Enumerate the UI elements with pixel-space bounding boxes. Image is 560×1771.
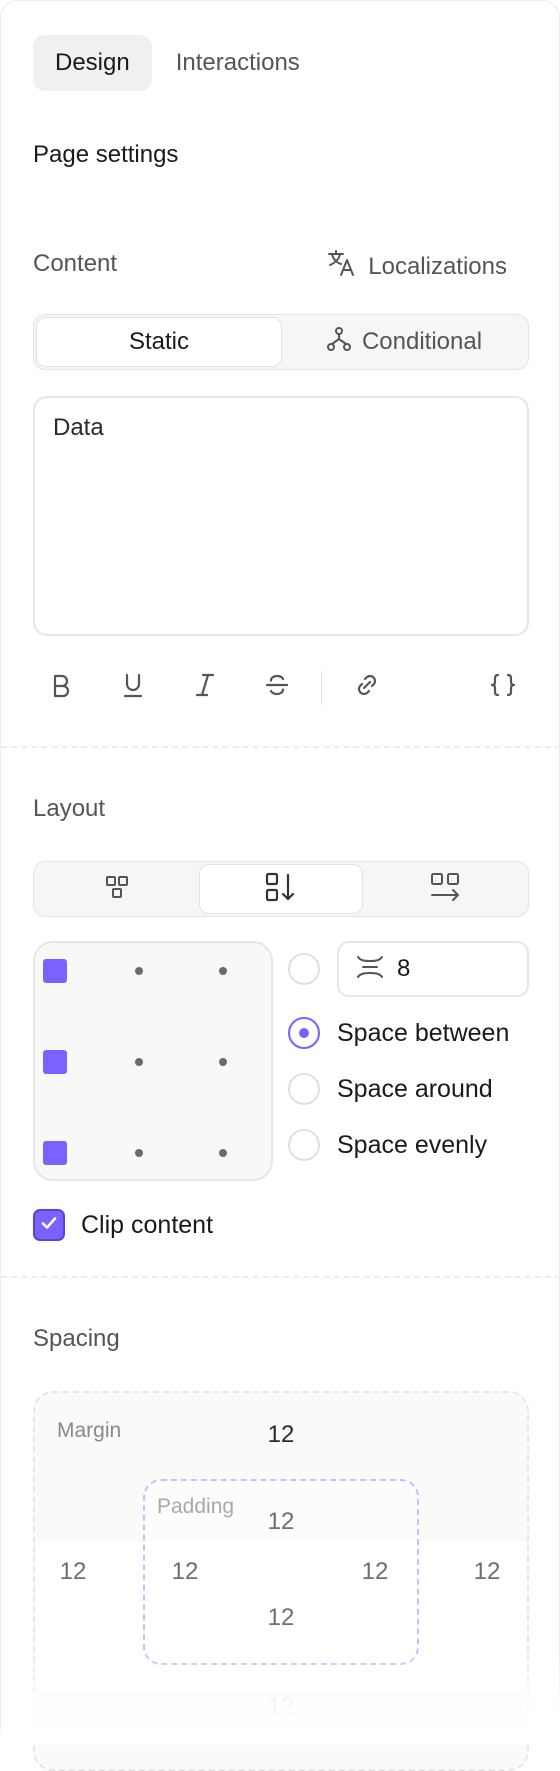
link-button[interactable] [341,661,393,713]
underline-icon [119,671,147,704]
align-middle-center[interactable] [119,1042,159,1082]
align-dot [135,967,143,975]
branch-icon [326,326,352,359]
align-middle-right[interactable] [203,1042,243,1082]
aligned-item-marker [43,1141,67,1165]
align-bottom-right[interactable] [203,1133,243,1173]
margin-label: Margin [57,1419,122,1442]
strikethrough-button[interactable] [251,661,303,713]
static-mode-option[interactable]: Static [36,317,282,367]
horizontal-stack-option[interactable] [363,864,526,914]
link-icon [352,670,382,705]
padding-left-value[interactable]: 12 [155,1558,215,1586]
space-around-label: Space around [337,1075,493,1103]
spacing-section-label: Spacing [33,1325,120,1352]
margin-left-value[interactable]: 12 [43,1558,103,1586]
space-evenly-label: Space evenly [337,1131,488,1159]
translate-icon [326,247,358,286]
vertical-stack-option[interactable] [198,864,364,914]
space-between-label: Space between [337,1019,510,1047]
content-section-label: Content [33,250,118,277]
clip-content-label: Clip content [81,1211,214,1239]
localizations-label: Localizations [368,252,507,280]
padding-label: Padding [157,1495,235,1518]
align-bottom-center[interactable] [119,1133,159,1173]
space-around-radio[interactable] [288,1073,320,1105]
section-divider [1,1276,560,1278]
conditional-mode-label: Conditional [361,328,483,355]
italic-icon [191,671,219,704]
free-layout-option[interactable] [36,864,199,914]
clip-content-checkbox[interactable] [33,1209,65,1241]
page-settings-title: Page settings [33,141,179,168]
layout-direction-toggle [33,861,529,917]
alignment-grid [33,941,273,1181]
content-mode-toggle: Static Conditional [33,314,529,370]
aligned-item-marker [43,959,67,983]
align-middle-left[interactable] [35,1042,75,1082]
align-dot [219,1058,227,1066]
space-evenly-radio[interactable] [288,1129,320,1161]
content-text-input[interactable] [33,396,529,636]
bold-button[interactable] [35,661,87,713]
text-format-toolbar [33,661,529,713]
gap-spacing-icon [355,952,385,987]
margin-right-value[interactable]: 12 [457,1558,517,1586]
check-icon [39,1213,59,1238]
align-top-right[interactable] [203,951,243,991]
margin-top-value[interactable]: 12 [251,1421,311,1449]
tab-interactions[interactable]: Interactions [154,35,322,91]
section-divider [1,746,560,748]
align-dot [135,1149,143,1157]
align-dot [219,1149,227,1157]
variable-button[interactable] [477,661,529,713]
toolbar-separator [321,671,322,705]
free-layout-icon [103,873,131,906]
bold-icon [47,671,75,704]
vertical-stack-icon [264,871,298,908]
padding-bottom-value[interactable]: 12 [251,1604,311,1632]
panel-tabs: Design Interactions [33,35,322,91]
align-dot [219,967,227,975]
padding-top-value[interactable]: 12 [251,1508,311,1536]
tab-design[interactable]: Design [33,35,152,91]
align-top-left[interactable] [35,951,75,991]
align-dot [135,1058,143,1066]
conditional-mode-option[interactable]: Conditional [282,317,526,367]
margin-bottom-value[interactable]: 12 [251,1693,311,1721]
design-panel: Design Interactions Page settings Conten… [0,0,560,1771]
strikethrough-icon [263,671,291,704]
gap-fixed-radio[interactable] [288,953,320,985]
align-top-center[interactable] [119,951,159,991]
localizations-button[interactable]: Localizations [326,247,507,286]
align-bottom-left[interactable] [35,1133,75,1173]
padding-right-value[interactable]: 12 [345,1558,405,1586]
braces-icon [488,670,518,705]
static-mode-label: Static [128,328,190,355]
space-between-radio[interactable] [288,1017,320,1049]
aligned-item-marker [43,1050,67,1074]
gap-value-input[interactable] [397,955,497,983]
italic-button[interactable] [179,661,231,713]
gap-input-field[interactable] [337,941,529,997]
layout-section-label: Layout [33,795,106,822]
horizontal-stack-icon [428,871,462,908]
underline-button[interactable] [107,661,159,713]
